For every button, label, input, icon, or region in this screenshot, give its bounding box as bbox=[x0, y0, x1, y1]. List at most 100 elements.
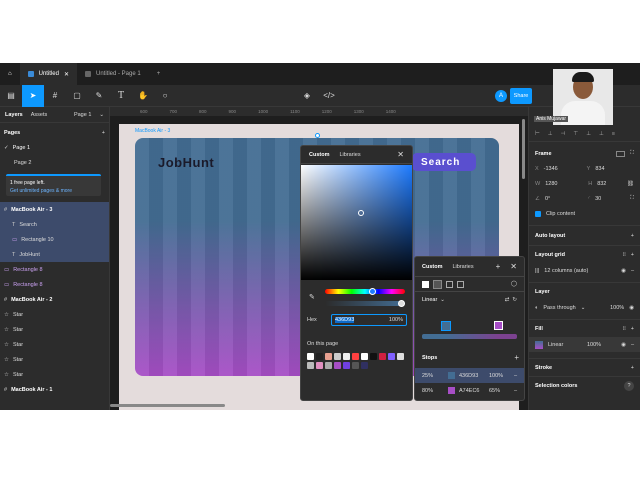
layer-item[interactable]: ☆ Star bbox=[0, 322, 109, 337]
color-swatch[interactable] bbox=[343, 353, 350, 360]
color-swatch[interactable] bbox=[316, 353, 323, 360]
corners-icon[interactable]: ⛶ bbox=[630, 195, 634, 202]
checkbox-icon[interactable] bbox=[535, 210, 541, 217]
image-fill-icon[interactable] bbox=[446, 280, 453, 288]
new-tab-button[interactable]: + bbox=[149, 63, 169, 85]
remove-icon[interactable]: – bbox=[514, 373, 517, 379]
layer-item[interactable]: # MacBook Air - 3 bbox=[0, 202, 109, 217]
add-stop-icon[interactable]: + bbox=[514, 353, 519, 362]
user-avatar[interactable]: A bbox=[495, 89, 507, 102]
w-field[interactable]: 1280 bbox=[545, 181, 583, 187]
align-right-icon[interactable]: ⊣ bbox=[561, 131, 566, 137]
remove-icon[interactable]: – bbox=[631, 268, 634, 274]
layer-item[interactable]: T Search bbox=[0, 217, 109, 232]
stop-row[interactable]: 25% 436D93 100% – bbox=[415, 368, 524, 383]
page-selector[interactable]: Page 1 bbox=[74, 112, 91, 118]
layer-item[interactable]: ☆ Star bbox=[0, 337, 109, 352]
align-bottom-icon[interactable]: ⊥ bbox=[599, 131, 604, 137]
color-swatch[interactable] bbox=[307, 362, 314, 369]
rotation-field[interactable]: 0° bbox=[545, 196, 583, 202]
home-button[interactable]: ⌂ bbox=[0, 63, 20, 85]
tab-assets[interactable]: Assets bbox=[31, 112, 48, 118]
tab-custom[interactable]: Custom bbox=[422, 264, 442, 270]
color-swatch[interactable] bbox=[325, 362, 332, 369]
gradient-stop-handle[interactable] bbox=[494, 321, 503, 330]
page-item-1[interactable]: ✓ Page 1 bbox=[0, 140, 109, 155]
remove-icon[interactable]: – bbox=[631, 342, 634, 348]
hue-slider[interactable] bbox=[325, 288, 405, 295]
canvas-scrollbar[interactable] bbox=[522, 119, 525, 179]
layer-item[interactable]: ☆ Star bbox=[0, 367, 109, 382]
tab-libraries[interactable]: Libraries bbox=[452, 264, 473, 270]
add-page-icon[interactable]: + bbox=[102, 130, 105, 136]
layer-opacity[interactable]: 100% bbox=[610, 305, 624, 311]
brand-logo-text[interactable]: JobHunt bbox=[158, 155, 214, 170]
stop-position[interactable]: 25% bbox=[422, 373, 444, 379]
solid-fill-icon[interactable] bbox=[422, 280, 429, 288]
stop-row[interactable]: 80% A74EC6 65% – bbox=[415, 383, 524, 398]
opacity-slider[interactable] bbox=[325, 300, 405, 307]
add-icon[interactable]: + bbox=[631, 252, 634, 258]
frame-title[interactable]: Frame bbox=[535, 151, 552, 157]
color-cursor[interactable] bbox=[358, 210, 364, 216]
video-fill-icon[interactable] bbox=[457, 280, 464, 288]
help-button[interactable]: ? bbox=[624, 380, 634, 391]
fill-opacity[interactable]: 100% bbox=[587, 342, 601, 348]
hue-handle[interactable] bbox=[369, 288, 376, 295]
align-middle-icon[interactable]: ⊥ bbox=[586, 131, 591, 137]
share-button[interactable]: Share bbox=[510, 88, 532, 104]
radius-field[interactable]: 30 bbox=[595, 196, 601, 202]
color-swatch[interactable] bbox=[325, 353, 332, 360]
stop-swatch[interactable] bbox=[448, 372, 455, 379]
close-icon[interactable]: ✕ bbox=[397, 150, 404, 159]
components-icon[interactable]: ◈ bbox=[296, 85, 318, 107]
layer-item[interactable]: ▭ Rectangle 10 bbox=[0, 232, 109, 247]
add-icon[interactable]: + bbox=[631, 233, 634, 239]
gradient-bar[interactable] bbox=[422, 334, 517, 339]
fill-item[interactable]: Linear 100% ◉ – bbox=[529, 337, 640, 352]
pen-tool-icon[interactable]: ✎ bbox=[88, 85, 110, 107]
color-swatch[interactable] bbox=[352, 362, 359, 369]
color-swatch[interactable] bbox=[379, 353, 386, 360]
page-item-2[interactable]: Page 2 bbox=[0, 155, 109, 170]
move-tool-icon[interactable]: ➤ bbox=[22, 84, 44, 107]
eye-icon[interactable]: ◉ bbox=[629, 305, 634, 311]
color-swatch[interactable] bbox=[334, 362, 341, 369]
color-swatch[interactable] bbox=[343, 362, 350, 369]
blend-icon[interactable]: ◯ bbox=[511, 281, 517, 287]
gradient-stop-handle[interactable] bbox=[441, 321, 451, 331]
canvas-hscrollbar[interactable] bbox=[110, 404, 225, 407]
add-icon[interactable]: + bbox=[631, 326, 634, 332]
align-left-icon[interactable]: ⊢ bbox=[535, 131, 540, 137]
align-top-icon[interactable]: ⊤ bbox=[573, 131, 578, 137]
tab-libraries[interactable]: Libraries bbox=[339, 152, 360, 158]
artboard-resize-handle[interactable] bbox=[315, 133, 320, 138]
stop-swatch[interactable] bbox=[448, 387, 455, 394]
gradient-type-select[interactable]: Linear bbox=[422, 297, 437, 303]
y-field[interactable]: 834 bbox=[595, 166, 604, 172]
rotate-icon[interactable]: ↻ bbox=[512, 297, 517, 303]
color-swatch[interactable] bbox=[361, 362, 368, 369]
hand-tool-icon[interactable]: ✋ bbox=[132, 85, 154, 107]
layer-item[interactable]: ☆ Star bbox=[0, 352, 109, 367]
opacity-handle[interactable] bbox=[398, 300, 405, 307]
main-menu-icon[interactable]: ▤ bbox=[0, 85, 22, 107]
color-swatch[interactable] bbox=[388, 353, 395, 360]
layer-item[interactable]: ☆ Star bbox=[0, 307, 109, 322]
h-field[interactable]: 832 bbox=[597, 181, 606, 187]
stop-hex[interactable]: 436D93 bbox=[459, 373, 485, 379]
stop-hex[interactable]: A74EC6 bbox=[459, 388, 485, 394]
blend-select[interactable]: Pass through bbox=[543, 305, 575, 311]
distribute-icon[interactable]: ≡ bbox=[612, 131, 615, 137]
comment-tool-icon[interactable]: ○ bbox=[154, 85, 176, 107]
close-icon[interactable]: ✕ bbox=[510, 262, 517, 271]
color-swatch[interactable] bbox=[316, 362, 323, 369]
frame-tool-icon[interactable]: # bbox=[44, 85, 66, 107]
tab-untitled[interactable]: Untitled ✕ bbox=[19, 63, 77, 85]
color-swatch[interactable] bbox=[334, 353, 341, 360]
shape-tool-icon[interactable]: ▢ bbox=[66, 85, 88, 107]
gradient-fill-icon[interactable] bbox=[433, 279, 442, 289]
saturation-field[interactable] bbox=[301, 165, 412, 280]
constrain-icon[interactable]: ⛓ bbox=[627, 181, 634, 187]
opacity-value[interactable]: 100% bbox=[389, 317, 403, 323]
